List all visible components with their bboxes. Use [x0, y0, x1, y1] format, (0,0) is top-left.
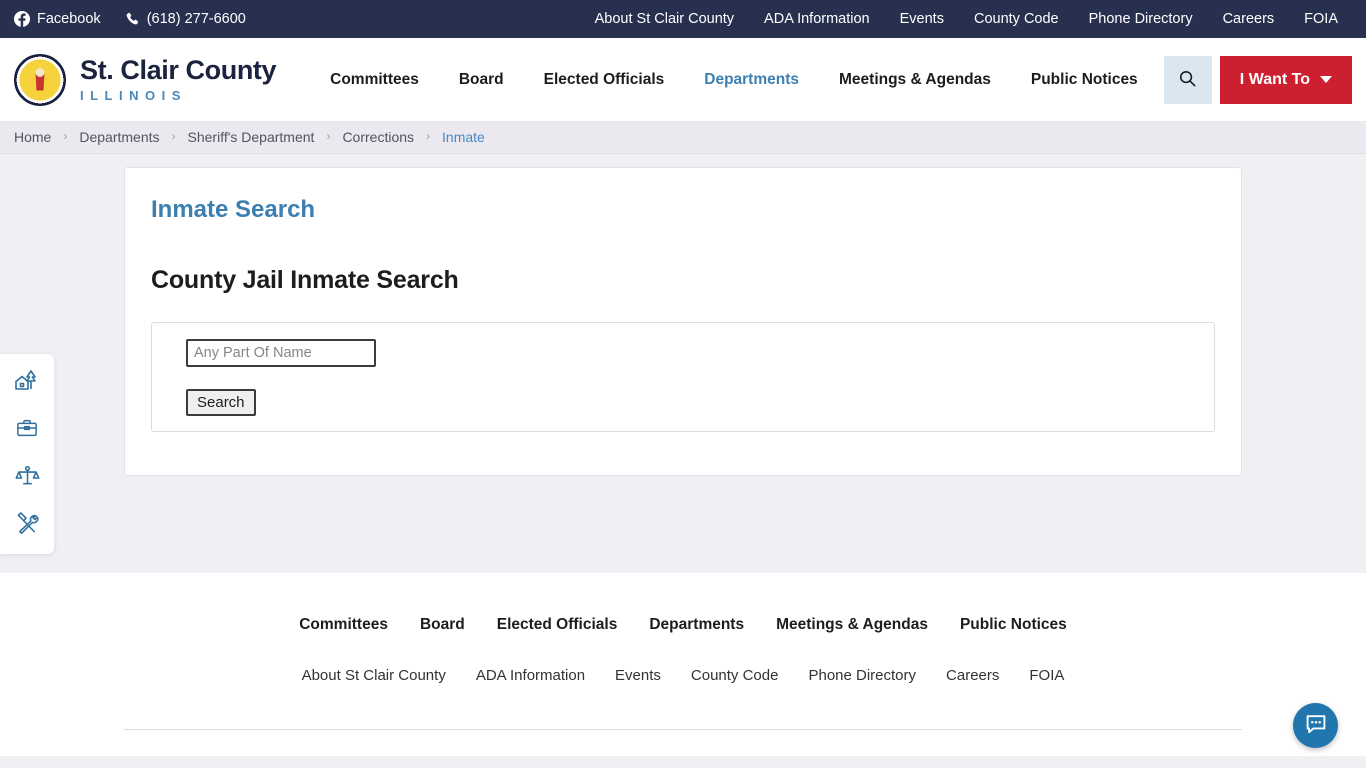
footer-link-board[interactable]: Board: [420, 616, 465, 634]
county-seal-icon: [14, 53, 66, 106]
breadcrumb-separator-icon: ›: [426, 129, 431, 143]
rail-item-services[interactable]: [0, 502, 54, 550]
utility-link-about[interactable]: About St Clair County: [595, 11, 734, 27]
scales-of-justice-icon: [15, 464, 40, 492]
rail-item-business[interactable]: [0, 406, 54, 454]
footer-link-about[interactable]: About St Clair County: [302, 667, 446, 684]
rail-item-justice[interactable]: [0, 454, 54, 502]
nav-item-committees[interactable]: Committees: [310, 71, 439, 89]
inmate-search-form: Search: [151, 322, 1215, 432]
quick-links-rail: [0, 354, 54, 554]
utility-link-county-code[interactable]: County Code: [974, 11, 1059, 27]
facebook-link[interactable]: Facebook: [14, 11, 101, 27]
breadcrumb-separator-icon: ›: [63, 129, 68, 143]
footer-link-committees[interactable]: Committees: [299, 616, 388, 634]
nav-item-departments[interactable]: Departments: [684, 71, 819, 89]
footer-link-elected-officials[interactable]: Elected Officials: [497, 616, 618, 634]
utility-link-ada[interactable]: ADA Information: [764, 11, 870, 27]
site-footer: Committees Board Elected Officials Depar…: [0, 573, 1366, 756]
phone-link[interactable]: (618) 277-6600: [125, 11, 246, 27]
content-area: Inmate Search County Jail Inmate Search …: [0, 154, 1366, 573]
utility-link-events[interactable]: Events: [900, 11, 944, 27]
brand-subtitle: ILLINOIS: [80, 88, 187, 103]
chat-widget-button[interactable]: [1293, 703, 1338, 748]
site-logo[interactable]: St. Clair County ILLINOIS: [14, 53, 277, 106]
utility-link-foia[interactable]: FOIA: [1304, 11, 1338, 27]
facebook-icon: [14, 11, 30, 27]
house-trees-icon: [14, 368, 40, 397]
footer-link-public-notices[interactable]: Public Notices: [960, 616, 1067, 634]
facebook-label: Facebook: [37, 11, 101, 27]
utility-link-careers[interactable]: Careers: [1223, 11, 1275, 27]
footer-link-meetings-agendas[interactable]: Meetings & Agendas: [776, 616, 928, 634]
header-actions: I Want To: [1163, 55, 1352, 104]
breadcrumb-item-inmate[interactable]: Inmate: [442, 129, 485, 145]
phone-label: (618) 277-6600: [146, 11, 246, 27]
footer-link-county-code[interactable]: County Code: [691, 667, 779, 684]
nav-item-board[interactable]: Board: [439, 71, 524, 89]
site-header: St. Clair County ILLINOIS Committees Boa…: [0, 38, 1366, 121]
footer-primary-nav: Committees Board Elected Officials Depar…: [0, 573, 1366, 634]
tools-icon: [15, 512, 40, 540]
i-want-to-label: I Want To: [1239, 70, 1310, 88]
utility-bar-links: About St Clair County ADA Information Ev…: [595, 11, 1352, 27]
footer-divider: [124, 729, 1242, 730]
breadcrumb-item-home[interactable]: Home: [14, 129, 51, 145]
footer-link-ada[interactable]: ADA Information: [476, 667, 585, 684]
footer-link-foia[interactable]: FOIA: [1029, 667, 1064, 684]
nav-item-elected-officials[interactable]: Elected Officials: [524, 71, 685, 89]
utility-link-phone-directory[interactable]: Phone Directory: [1089, 11, 1193, 27]
footer-secondary-nav: About St Clair County ADA Information Ev…: [0, 634, 1366, 684]
page-title: County Jail Inmate Search: [151, 266, 459, 294]
footer-link-phone-directory[interactable]: Phone Directory: [808, 667, 916, 684]
footer-link-departments[interactable]: Departments: [649, 616, 744, 634]
breadcrumb-separator-icon: ›: [326, 129, 331, 143]
utility-bar: Facebook (618) 277-6600 About St Clair C…: [0, 0, 1366, 38]
footer-link-events[interactable]: Events: [615, 667, 661, 684]
breadcrumb-item-departments[interactable]: Departments: [79, 129, 159, 145]
briefcase-icon: [15, 417, 39, 444]
card-title: Inmate Search: [151, 196, 316, 223]
main-navigation: Committees Board Elected Officials Depar…: [310, 71, 1158, 89]
breadcrumb-separator-icon: ›: [171, 129, 176, 143]
brand-name: St. Clair County: [80, 55, 277, 85]
breadcrumb-item-sheriffs-department[interactable]: Sheriff's Department: [188, 129, 315, 145]
phone-icon: [125, 12, 140, 27]
nav-item-meetings-agendas[interactable]: Meetings & Agendas: [819, 71, 1011, 89]
name-search-input[interactable]: [186, 339, 376, 367]
rail-item-property[interactable]: [0, 358, 54, 406]
breadcrumb: Home › Departments › Sheriff's Departmen…: [0, 121, 1366, 154]
nav-item-public-notices[interactable]: Public Notices: [1011, 71, 1158, 89]
search-submit-button[interactable]: Search: [186, 389, 256, 416]
chevron-down-icon: [1320, 76, 1332, 83]
search-icon: [1178, 69, 1197, 91]
footer-link-careers[interactable]: Careers: [946, 667, 999, 684]
chat-bubble-icon: [1304, 712, 1328, 739]
breadcrumb-item-corrections[interactable]: Corrections: [342, 129, 414, 145]
i-want-to-button[interactable]: I Want To: [1219, 55, 1352, 104]
search-toggle-button[interactable]: [1163, 55, 1212, 104]
inmate-search-card: Inmate Search County Jail Inmate Search …: [124, 167, 1242, 476]
utility-bar-left: Facebook (618) 277-6600: [14, 11, 246, 27]
brand-text: St. Clair County ILLINOIS: [80, 55, 277, 103]
